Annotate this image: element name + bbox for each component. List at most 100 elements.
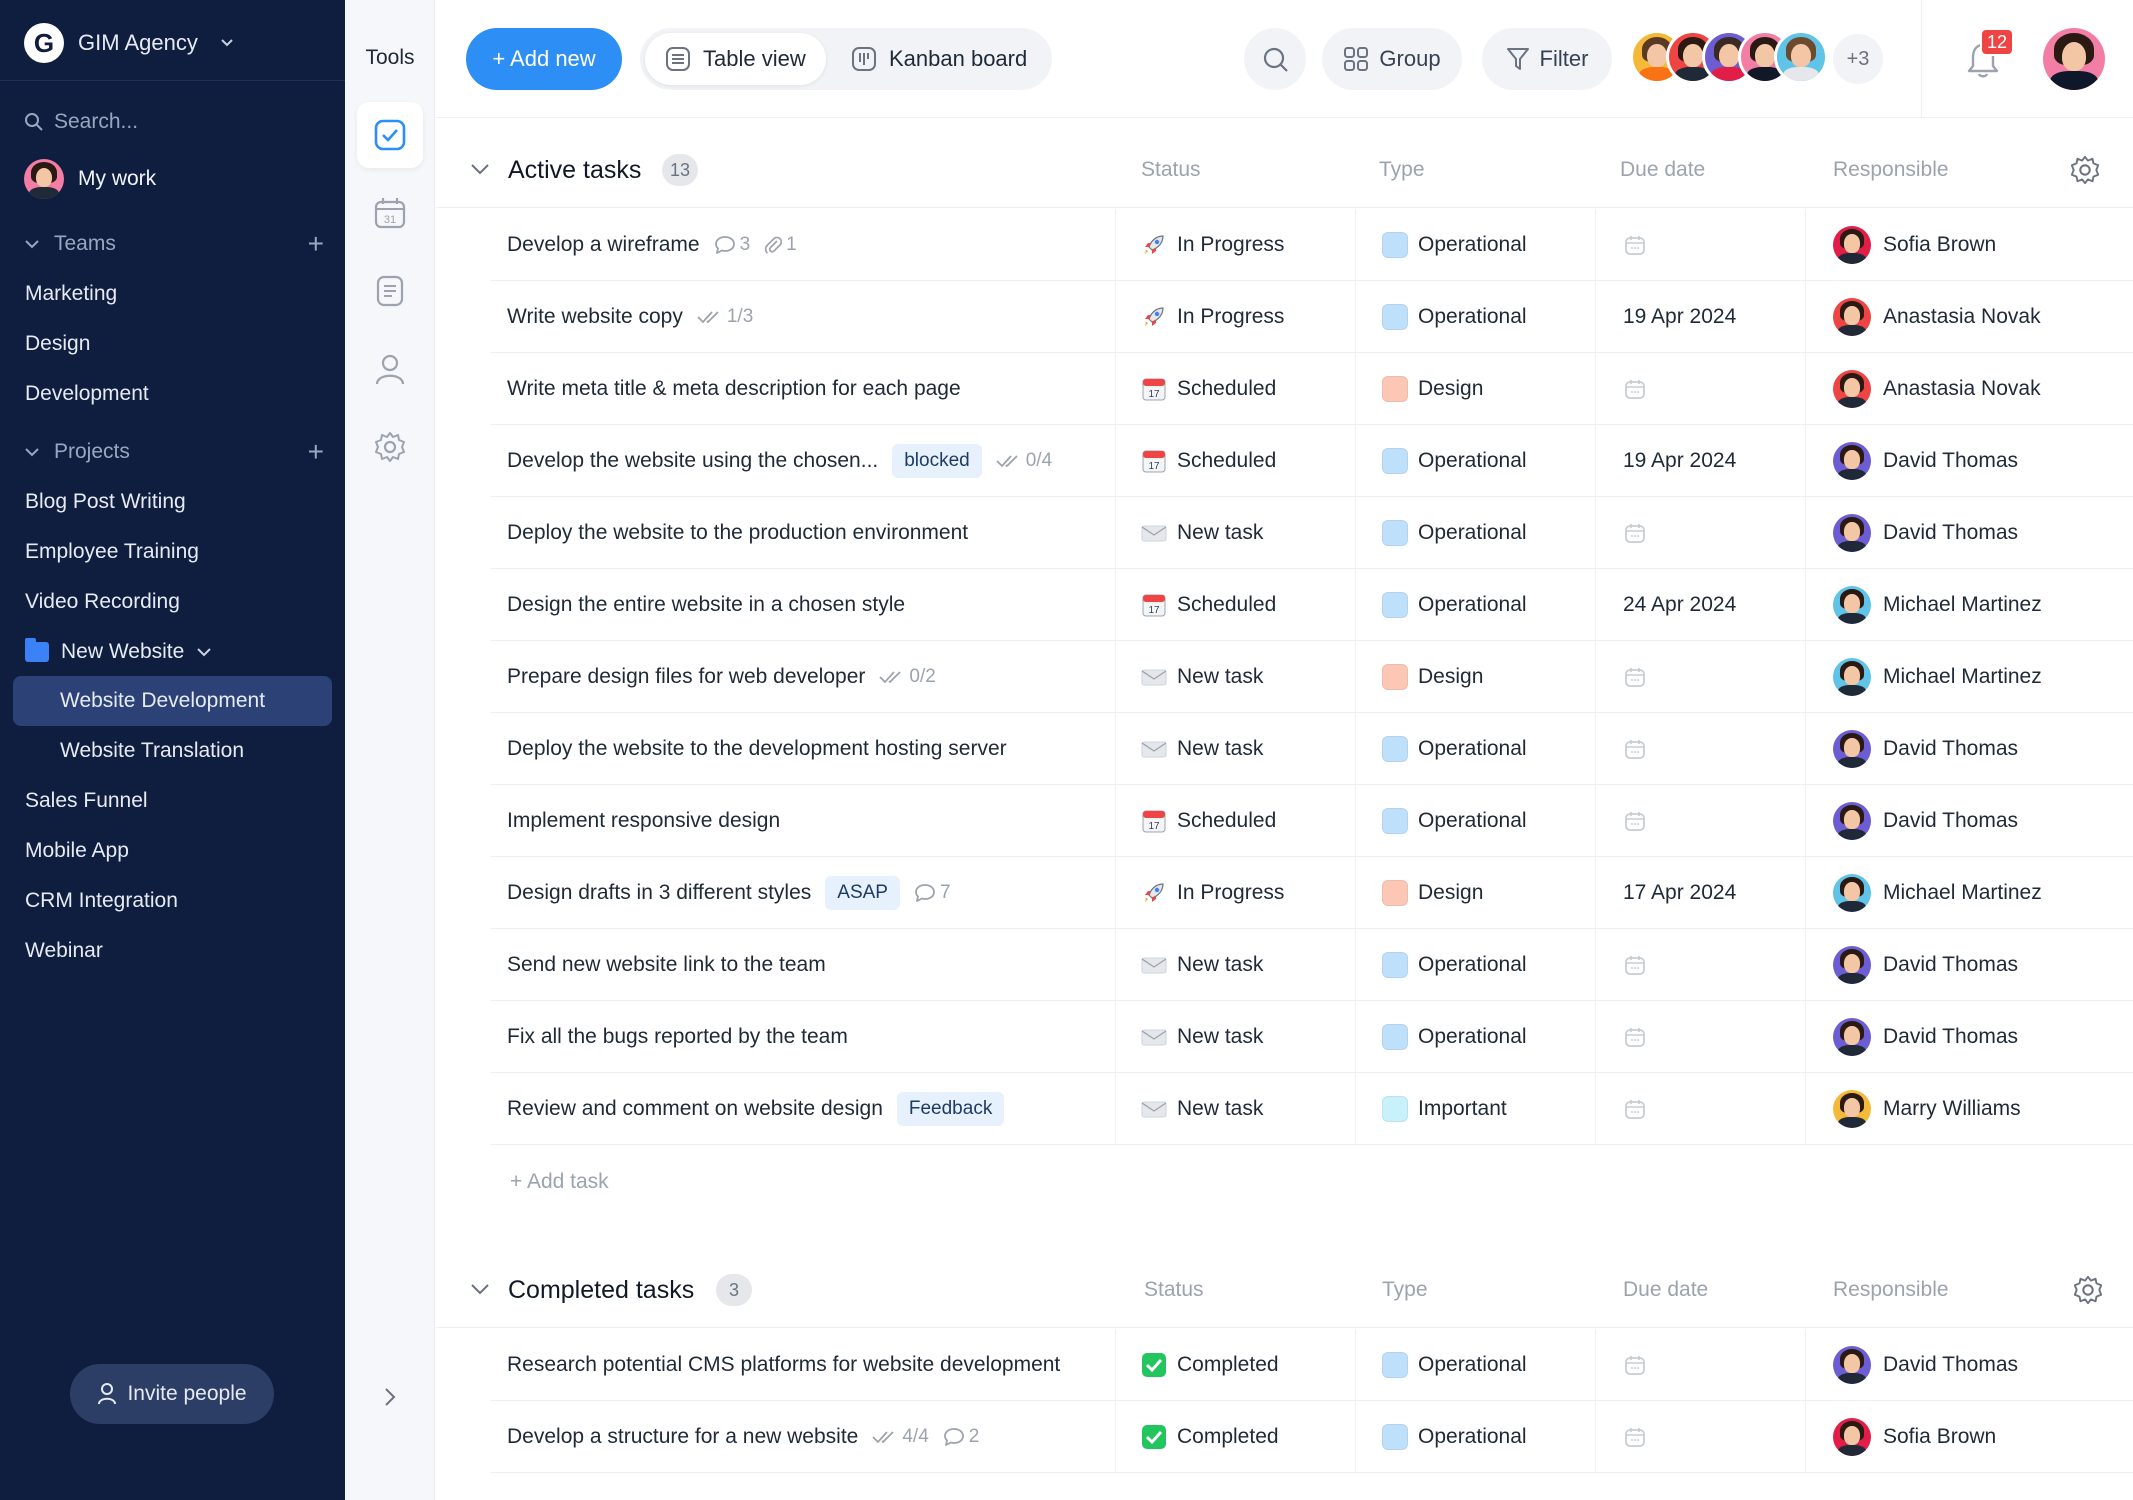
responsible-cell[interactable]: Anastasia Novak <box>1833 353 2041 425</box>
column-due-date[interactable]: Due date <box>1620 158 1705 182</box>
task-name-cell[interactable]: Send new website link to the team <box>507 929 826 1001</box>
table-row[interactable]: Write meta title & meta description for … <box>491 353 2133 425</box>
due-date-cell[interactable] <box>1623 785 1647 857</box>
due-date-cell[interactable] <box>1623 1329 1647 1401</box>
table-row[interactable]: Design the entire website in a chosen st… <box>491 569 2133 641</box>
table-row[interactable]: Prepare design files for web developer 0/… <box>491 641 2133 713</box>
type-cell[interactable]: Design <box>1382 641 1483 713</box>
table-row[interactable]: Fix all the bugs reported by the team New… <box>491 1001 2133 1073</box>
table-row[interactable]: Research potential CMS platforms for web… <box>491 1329 2133 1401</box>
table-row[interactable]: Send new website link to the team New tas… <box>491 929 2133 1001</box>
tool-tasks[interactable] <box>357 102 423 168</box>
type-cell[interactable]: Design <box>1382 857 1483 929</box>
kanban-board-button[interactable]: Kanban board <box>831 33 1047 85</box>
group-button[interactable]: Group <box>1322 28 1462 90</box>
column-type[interactable]: Type <box>1379 158 1425 182</box>
type-cell[interactable]: Design <box>1382 353 1483 425</box>
task-name-cell[interactable]: Review and comment on website design Feed… <box>507 1073 1005 1145</box>
column-type[interactable]: Type <box>1382 1278 1428 1302</box>
task-name-cell[interactable]: Develop the website using the chosen... b… <box>507 425 1052 497</box>
task-name-cell[interactable]: Implement responsive design <box>507 785 780 857</box>
gear-icon[interactable] <box>2072 1274 2104 1306</box>
status-cell[interactable]: New task <box>1141 497 1263 569</box>
task-name-cell[interactable]: Design drafts in 3 different styles ASAP 7 <box>507 857 951 929</box>
table-row[interactable]: Develop a structure for a new website 4/4… <box>491 1401 2133 1473</box>
status-cell[interactable]: New task <box>1141 929 1263 1001</box>
type-cell[interactable]: Operational <box>1382 929 1527 1001</box>
responsible-cell[interactable]: David Thomas <box>1833 785 2018 857</box>
due-date-cell[interactable]: 24 Apr 2024 <box>1623 569 1736 641</box>
team-avatars[interactable] <box>1630 30 1828 88</box>
status-cell[interactable]: Completed <box>1141 1401 1279 1473</box>
add-project-icon[interactable]: + <box>308 436 324 468</box>
due-date-cell[interactable]: 19 Apr 2024 <box>1623 281 1736 353</box>
task-name-cell[interactable]: Write meta title & meta description for … <box>507 353 961 425</box>
sidebar-item-team[interactable]: Marketing <box>25 276 117 312</box>
responsible-cell[interactable]: David Thomas <box>1833 425 2018 497</box>
status-cell[interactable]: 17 Scheduled <box>1141 569 1276 641</box>
table-row[interactable]: Develop the website using the chosen... b… <box>491 425 2133 497</box>
sidebar-item-project[interactable]: Video Recording <box>25 584 180 620</box>
add-new-button[interactable]: + Add new <box>466 28 622 90</box>
responsible-cell[interactable]: David Thomas <box>1833 713 2018 785</box>
type-cell[interactable]: Operational <box>1382 425 1527 497</box>
chevron-down-icon[interactable] <box>470 162 490 176</box>
status-cell[interactable]: New task <box>1141 713 1263 785</box>
task-tag[interactable]: ASAP <box>825 876 900 910</box>
type-cell[interactable]: Operational <box>1382 1401 1527 1473</box>
sidebar-item-project[interactable]: Blog Post Writing <box>25 484 186 520</box>
projects-header[interactable]: Projects + <box>24 434 324 470</box>
responsible-cell[interactable]: Marry Williams <box>1833 1073 2021 1145</box>
expand-panel-button[interactable] <box>375 1382 405 1412</box>
task-name-cell[interactable]: Design the entire website in a chosen st… <box>507 569 905 641</box>
due-date-cell[interactable] <box>1623 1073 1647 1145</box>
task-name-cell[interactable]: Deploy the website to the production env… <box>507 497 968 569</box>
sidebar-item-team[interactable]: Design <box>25 326 90 362</box>
task-name-cell[interactable]: Develop a structure for a new website 4/4… <box>507 1401 979 1473</box>
sidebar-item-project[interactable]: CRM Integration <box>25 883 178 919</box>
task-name-cell[interactable]: Research potential CMS platforms for web… <box>507 1329 1060 1401</box>
due-date-cell[interactable] <box>1623 353 1647 425</box>
table-row[interactable]: Write website copy 1/3 In Progress Operatio… <box>491 281 2133 353</box>
invite-people-button[interactable]: Invite people <box>70 1364 274 1424</box>
responsible-cell[interactable]: David Thomas <box>1833 497 2018 569</box>
task-name-cell[interactable]: Fix all the bugs reported by the team <box>507 1001 848 1073</box>
responsible-cell[interactable]: David Thomas <box>1833 1001 2018 1073</box>
filter-button[interactable]: Filter <box>1482 28 1612 90</box>
sidebar-search[interactable]: Search... <box>24 104 138 140</box>
sidebar-item-project[interactable]: Employee Training <box>25 534 199 570</box>
sidebar-item-website-development[interactable]: Website Development <box>60 683 265 719</box>
type-cell[interactable]: Operational <box>1382 713 1527 785</box>
responsible-cell[interactable]: David Thomas <box>1833 1329 2018 1401</box>
responsible-cell[interactable]: David Thomas <box>1833 929 2018 1001</box>
workspace-switcher[interactable]: G GIM Agency <box>24 20 234 66</box>
table-row[interactable]: Design drafts in 3 different styles ASAP 7… <box>491 857 2133 929</box>
due-date-cell[interactable] <box>1623 713 1647 785</box>
task-tag[interactable]: Feedback <box>896 1092 1005 1126</box>
status-cell[interactable]: In Progress <box>1141 209 1284 281</box>
gear-icon[interactable] <box>2069 154 2101 186</box>
type-cell[interactable]: Important <box>1382 1073 1507 1145</box>
due-date-cell[interactable] <box>1623 641 1647 713</box>
responsible-cell[interactable]: Michael Martinez <box>1833 857 2042 929</box>
table-row[interactable]: Review and comment on website design Feed… <box>491 1073 2133 1145</box>
status-cell[interactable]: In Progress <box>1141 281 1284 353</box>
status-cell[interactable]: New task <box>1141 641 1263 713</box>
column-status[interactable]: Status <box>1141 158 1201 182</box>
sidebar-item-project[interactable]: Sales Funnel <box>25 783 148 819</box>
table-row[interactable]: Implement responsive design 17 Scheduled Op… <box>491 785 2133 857</box>
table-row[interactable]: Deploy the website to the production env… <box>491 497 2133 569</box>
sidebar-item-website-translation[interactable]: Website Translation <box>60 733 244 769</box>
add-task-button[interactable]: + Add task <box>510 1162 609 1202</box>
type-cell[interactable]: Operational <box>1382 785 1527 857</box>
table-row[interactable]: Deploy the website to the development ho… <box>491 713 2133 785</box>
type-cell[interactable]: Operational <box>1382 1001 1527 1073</box>
column-status[interactable]: Status <box>1144 1278 1204 1302</box>
table-row[interactable]: Develop a wireframe 3 1 In Progress Operatio… <box>491 209 2133 281</box>
status-cell[interactable]: In Progress <box>1141 857 1284 929</box>
status-cell[interactable]: Completed <box>1141 1329 1279 1401</box>
sidebar-item-project[interactable]: Mobile App <box>25 833 129 869</box>
type-cell[interactable]: Operational <box>1382 281 1527 353</box>
status-cell[interactable]: 17 Scheduled <box>1141 425 1276 497</box>
due-date-cell[interactable] <box>1623 497 1647 569</box>
